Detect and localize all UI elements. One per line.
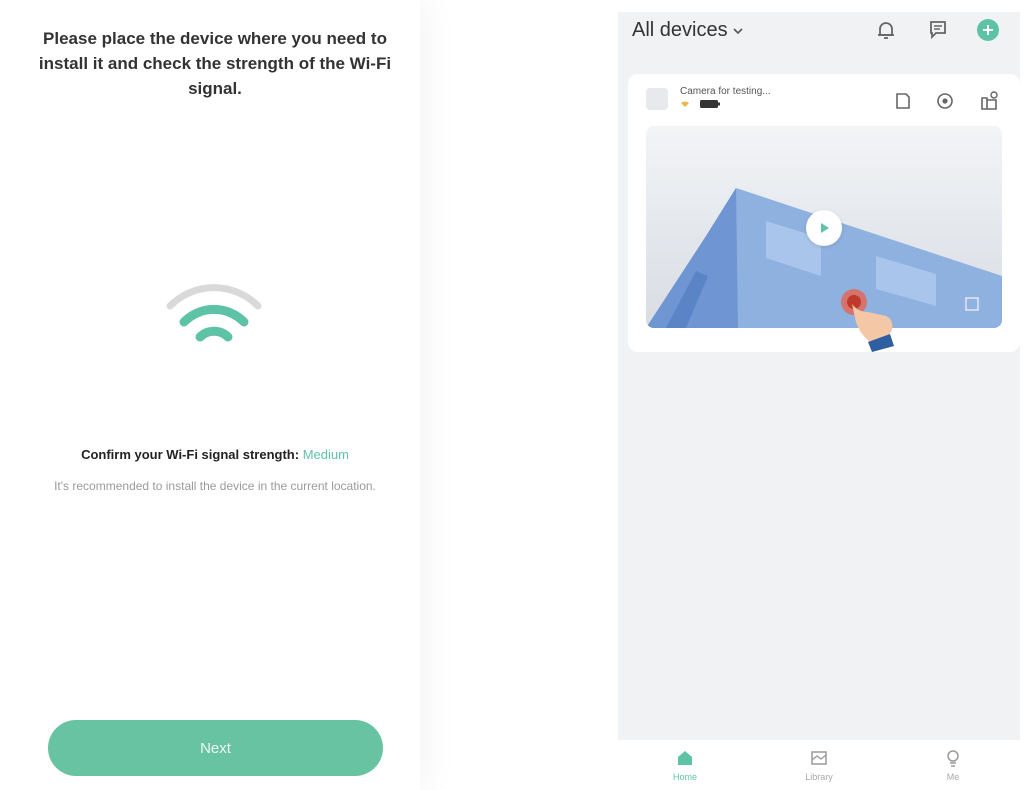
camera-preview[interactable]: [646, 126, 1002, 328]
nav-library[interactable]: Library: [752, 740, 886, 790]
play-button[interactable]: [806, 210, 842, 246]
sd-card-icon[interactable]: [892, 90, 914, 112]
device-thumbnail: [646, 88, 668, 110]
device-status: [680, 100, 720, 108]
device-name: Camera for testing...: [680, 86, 771, 97]
play-icon: [821, 223, 829, 233]
battery-icon: [700, 100, 720, 108]
page-title: Please place the device where you need t…: [38, 29, 392, 98]
nav-label-me: Me: [946, 772, 960, 782]
next-button[interactable]: Next: [48, 720, 383, 776]
add-device-icon[interactable]: [976, 18, 1000, 42]
message-icon[interactable]: [926, 18, 950, 42]
chevron-down-icon: [733, 27, 743, 34]
all-devices-label: All devices: [632, 19, 728, 41]
bell-icon[interactable]: [874, 18, 898, 42]
home-icon: [678, 751, 692, 765]
signal-level: Medium: [302, 447, 349, 462]
wifi-icon: [166, 284, 262, 342]
wifi-status-icon: [681, 101, 689, 107]
nav-label-home: Home: [672, 772, 697, 782]
nav-label-library: Library: [805, 772, 833, 782]
device-card[interactable]: Camera for testing...: [628, 74, 1020, 352]
nav-home[interactable]: Home: [618, 740, 752, 790]
share-icon[interactable]: [978, 90, 1000, 112]
bottom-nav: Home Library Me: [618, 740, 1020, 790]
library-icon: [811, 751, 827, 765]
all-devices-dropdown[interactable]: All devices: [632, 19, 744, 42]
wifi-check-screen: Please place the device where you need t…: [0, 0, 420, 790]
top-bar: All devices: [618, 12, 1020, 56]
fullscreen-icon[interactable]: [964, 296, 980, 312]
signal-hint: It's recommended to install the device i…: [54, 479, 376, 493]
settings-icon[interactable]: [934, 90, 956, 112]
signal-prompt: Confirm your Wi-Fi signal strength:: [81, 447, 300, 462]
signal-strength-line: Confirm your Wi-Fi signal strength: Medi…: [20, 447, 410, 462]
nav-me[interactable]: Me: [886, 740, 1020, 790]
tap-hand-icon: [841, 289, 894, 352]
home-screen: All devices Camera for testing... Home L…: [618, 12, 1020, 790]
me-icon: [947, 750, 959, 767]
